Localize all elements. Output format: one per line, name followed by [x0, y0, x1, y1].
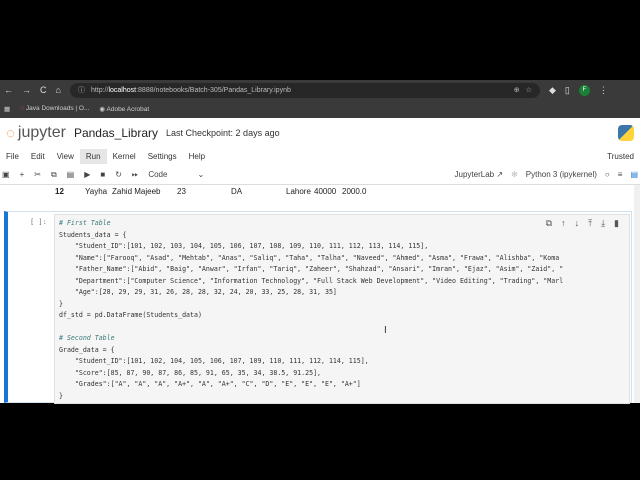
code-line: # Second Table: [59, 334, 115, 342]
bookmark-acrobat[interactable]: ◉ Adobe Acrobat: [99, 105, 149, 113]
url-host: localhost: [108, 86, 137, 94]
scrollbar[interactable]: [634, 185, 640, 403]
list-icon[interactable]: ≡: [618, 170, 623, 179]
kernel-status-icon: ○: [604, 170, 610, 179]
menu-bar: File Edit View Run Kernel Settings Help …: [0, 148, 640, 165]
chevron-down-icon: ⌄: [197, 170, 205, 179]
code-line: }: [59, 299, 63, 308]
insert-above-icon[interactable]: ⤒: [588, 218, 592, 229]
address-bar[interactable]: ⓘ http://localhost:8888/notebooks/Batch-…: [69, 82, 540, 98]
menu-settings[interactable]: Settings: [142, 149, 183, 164]
notebook-toolbar: ▣ + ✂ ⧉ ▤ ▶ ■ ↻ ⏩︎ Code ⌄ JupyterLab ↗ ✻ …: [0, 165, 640, 185]
zoom-icon[interactable]: ⊕: [514, 86, 520, 94]
code-line: }: [59, 391, 63, 400]
code-line: "Department":["Computer Science", "Infor…: [59, 276, 564, 285]
browser-chrome: ← → C ⌂ ⓘ http://localhost:8888/notebook…: [0, 80, 640, 118]
cell-value: DA: [231, 187, 243, 196]
paste-icon[interactable]: ▤: [67, 170, 75, 179]
menu-icon[interactable]: ⋮: [599, 85, 608, 96]
code-line: Grade_data = {: [59, 345, 115, 354]
reload-icon[interactable]: C: [40, 85, 47, 95]
bookmark-label: Adobe Acrobat: [106, 105, 150, 113]
code-line: "Age":[28, 29, 29, 31, 26, 28, 28, 32, 2…: [59, 288, 337, 296]
bookmark-java[interactable]: ○ Java Downloads | O...: [20, 105, 89, 112]
duplicate-icon[interactable]: ⧉: [546, 218, 552, 229]
row-index: 12: [55, 187, 64, 196]
code-line: "Father_Name":["Abid", "Baig", "Anwar", …: [59, 265, 564, 273]
kernel-name[interactable]: Python 3 (ipykernel): [526, 170, 597, 179]
code-line: "Score":[85, 87, 90, 87, 86, 85, 91, 65,…: [59, 368, 322, 377]
insert-below-icon[interactable]: ⤓: [601, 218, 605, 229]
bookmark-label: Java Downloads | O...: [25, 105, 90, 112]
cell-toolbar: ⧉ ↑ ↓ ⤒ ⤓ ▮: [546, 218, 619, 229]
trusted-indicator[interactable]: Trusted: [601, 149, 640, 164]
restart-icon[interactable]: ↻: [115, 170, 122, 179]
jupyterlab-label: JupyterLab: [454, 170, 495, 179]
python-logo-icon: [618, 125, 634, 141]
move-down-icon[interactable]: ↓: [575, 218, 580, 229]
previous-output-row: 12 Yayha Zahid Majeeb 23 DA Lahore 40000…: [55, 187, 366, 196]
jupyter-header: ◌ jupyter Pandas_Library Last Checkpoint:…: [0, 118, 640, 148]
run-icon[interactable]: ▶: [84, 170, 90, 179]
profile-avatar[interactable]: F: [578, 84, 590, 96]
toc-icon[interactable]: ▤: [630, 170, 638, 179]
cell-value: Yayha: [85, 187, 108, 196]
code-editor[interactable]: # First Table Students_data = { "Student…: [54, 214, 630, 404]
external-link-icon: ↗: [496, 170, 504, 179]
globe-icon: ◉: [99, 105, 106, 113]
url-prefix: http://: [90, 86, 109, 94]
jupyter-logo[interactable]: ◌ jupyter: [6, 124, 66, 142]
code-line: Students_data = {: [59, 230, 127, 239]
code-line: df_std = pd.DataFrame(Students_data): [59, 311, 202, 319]
oracle-icon: ○: [20, 105, 25, 112]
cell-type-select[interactable]: Code ⌄: [148, 170, 204, 179]
menu-edit[interactable]: Edit: [25, 149, 51, 164]
menu-help[interactable]: Help: [183, 149, 211, 164]
cell-value: Zahid Majeeb: [112, 187, 161, 196]
code-line: "Grades":["A", "A", "A", "A+", "A", "A+"…: [59, 380, 361, 388]
home-icon[interactable]: ⌂: [56, 85, 61, 95]
extension-icon[interactable]: ◆: [549, 85, 556, 96]
checkpoint-status: Last Checkpoint: 2 days ago: [166, 128, 280, 138]
notebook-name[interactable]: Pandas_Library: [74, 126, 158, 140]
cell-type-label: Code: [148, 170, 168, 179]
menu-file[interactable]: File: [0, 149, 25, 164]
star-icon[interactable]: ☆: [526, 86, 532, 94]
copy-icon[interactable]: ⧉: [51, 170, 57, 180]
puzzle-icon[interactable]: ▯: [565, 85, 570, 96]
cell-value: 40000: [314, 187, 337, 196]
menu-view[interactable]: View: [51, 149, 80, 164]
stop-icon[interactable]: ■: [100, 170, 105, 179]
code-line: "Student_ID":[101, 102, 103, 104, 105, 1…: [59, 242, 429, 250]
forward-icon[interactable]: →: [22, 85, 31, 95]
apps-icon[interactable]: ▦: [4, 105, 10, 113]
save-icon[interactable]: ▣: [2, 170, 10, 179]
code-line: # First Table: [59, 219, 111, 227]
cell-value: 2000.0: [342, 187, 367, 196]
cell-prompt: [ ]:: [30, 218, 47, 226]
code-line: "Name":["Farooq", "Asad", "Mehtab", "Ana…: [59, 253, 560, 262]
delete-icon[interactable]: ▮: [614, 218, 619, 229]
code-line: "Student_ID":[101, 102, 104, 105, 106, 1…: [59, 357, 369, 365]
cell-value: Lahore: [286, 187, 311, 196]
site-info-icon[interactable]: ⓘ: [78, 85, 85, 95]
text-cursor-icon: I: [384, 325, 387, 336]
add-cell-icon[interactable]: +: [20, 170, 25, 179]
jupyter-logo-icon: ◌: [6, 124, 15, 142]
code-cell[interactable]: [ ]: # First Table Students_data = { "St…: [4, 211, 632, 404]
run-all-icon[interactable]: ⏩︎: [132, 170, 138, 180]
cell-value: 23: [177, 187, 186, 196]
move-up-icon[interactable]: ↑: [561, 218, 566, 229]
menu-kernel[interactable]: Kernel: [107, 149, 142, 164]
cut-icon[interactable]: ✂: [34, 170, 41, 179]
jupyterlab-link[interactable]: JupyterLab ↗: [455, 170, 504, 179]
menu-run[interactable]: Run: [79, 149, 107, 164]
brand: jupyter: [17, 124, 66, 141]
back-icon[interactable]: ←: [4, 85, 13, 95]
debug-icon[interactable]: ✻: [511, 170, 518, 179]
notebook-content: 12 Yayha Zahid Majeeb 23 DA Lahore 40000…: [0, 185, 640, 404]
url-path: :8888/notebooks/Batch-305/Pandas_Library…: [136, 86, 291, 94]
